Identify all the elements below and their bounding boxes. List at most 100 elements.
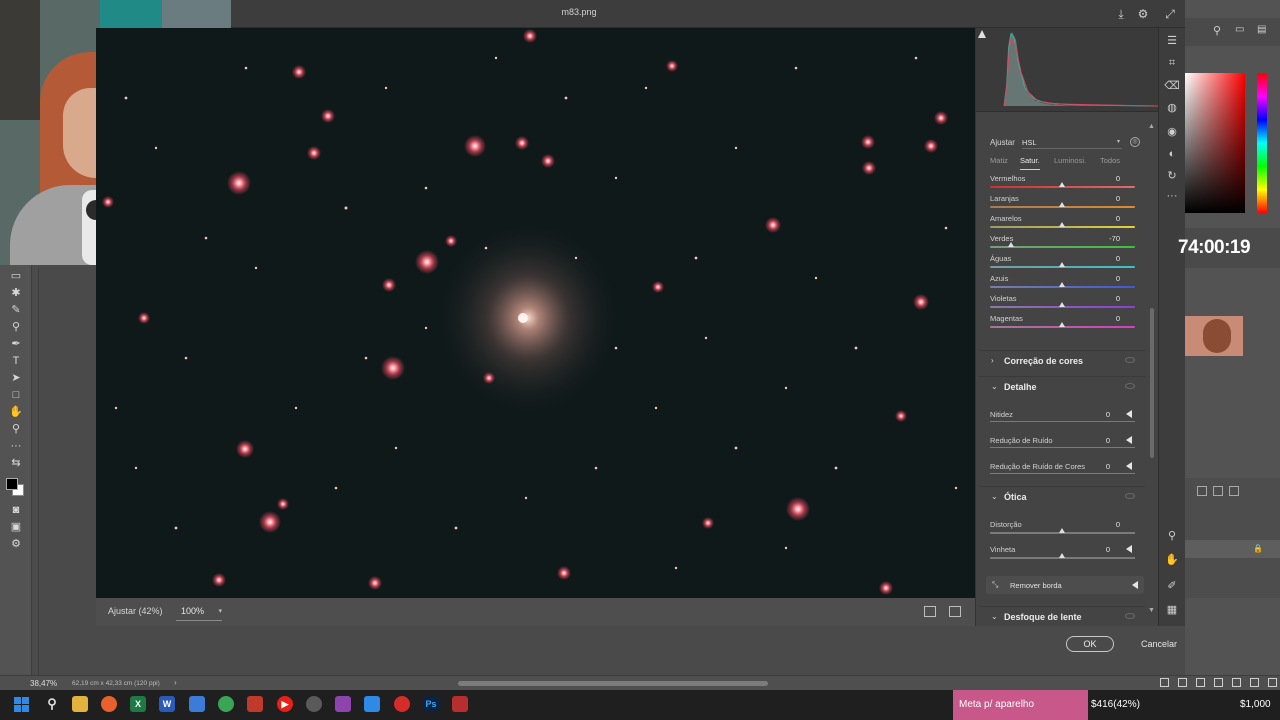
network-app-icon[interactable] xyxy=(189,696,205,712)
app-icon[interactable] xyxy=(335,696,351,712)
hand-icon[interactable]: ✋ xyxy=(1164,552,1180,568)
search-icon[interactable]: ⚲ xyxy=(44,696,60,712)
edit-toolbar-icon[interactable]: ⚙ xyxy=(7,536,25,553)
crop-icon[interactable]: ⌗ xyxy=(1164,55,1180,71)
mask-icon[interactable] xyxy=(1196,678,1205,687)
slider-nitidez[interactable]: Nitidez 0 xyxy=(990,410,1142,430)
eraser-icon[interactable]: ⌫ xyxy=(1164,78,1180,94)
slider-color-noise-reduction[interactable]: Redução de Ruído de Cores 0 xyxy=(990,462,1142,482)
tab-saturation[interactable]: Satur. xyxy=(1020,156,1040,170)
tab-all[interactable]: Todos xyxy=(1100,156,1120,165)
link-icon[interactable] xyxy=(1160,678,1169,687)
slider-thumb[interactable] xyxy=(1059,222,1065,227)
panel-scrollbar[interactable]: ▲ ▼ xyxy=(1148,123,1155,614)
slider-thumb[interactable] xyxy=(1059,553,1065,558)
trash-icon[interactable] xyxy=(1268,678,1277,687)
eye-icon[interactable] xyxy=(1125,613,1135,619)
section-lens-blur[interactable]: ⌄ Desfoque de lente xyxy=(979,606,1145,626)
hsl-slider-row[interactable]: Magentas 0 xyxy=(990,314,1142,334)
zoom-select[interactable]: 100% ▾ xyxy=(176,603,222,621)
workspace-icon[interactable]: ▤ xyxy=(1257,24,1266,35)
color-sampler-icon[interactable]: ✐ xyxy=(1164,578,1180,594)
slider-thumb[interactable] xyxy=(1059,202,1065,207)
slider-distortion[interactable]: Distorção 0 xyxy=(990,520,1142,540)
red-eye-icon[interactable]: ◉ xyxy=(1164,124,1180,140)
brush-tool-icon[interactable]: ✎ xyxy=(7,302,25,319)
presets-icon[interactable]: ◐ xyxy=(1164,146,1180,162)
app-icon[interactable] xyxy=(394,696,410,712)
slider-thumb[interactable] xyxy=(1059,262,1065,267)
hand-tool-icon[interactable]: ✋ xyxy=(7,404,25,421)
triangle-left-icon[interactable] xyxy=(1126,545,1132,553)
new-layer-icon[interactable] xyxy=(1250,678,1259,687)
search-icon[interactable]: ⚲ xyxy=(1213,24,1221,37)
status-zoom[interactable]: 38,47% xyxy=(30,679,57,688)
save-icon[interactable]: ⤓ xyxy=(1113,6,1129,22)
slider-vignette[interactable]: Vinheta 0 xyxy=(990,545,1142,565)
media-player-icon[interactable]: ▶ xyxy=(277,696,293,712)
foreground-color-swatch[interactable] xyxy=(6,478,18,490)
slider-thumb[interactable] xyxy=(1059,302,1065,307)
slider-value[interactable]: 0 xyxy=(1090,274,1120,283)
adjustment-icon[interactable] xyxy=(1214,678,1223,687)
hue-slider[interactable] xyxy=(1257,73,1267,213)
slider-thumb[interactable] xyxy=(1059,322,1065,327)
slider-track[interactable] xyxy=(990,447,1135,448)
slider-value[interactable]: -70 xyxy=(1090,234,1120,243)
slider-value[interactable]: 0 xyxy=(1090,174,1120,183)
tab-luminance[interactable]: Luminosi. xyxy=(1054,156,1086,165)
slider-value[interactable]: 0 xyxy=(1090,410,1110,419)
slider-value[interactable]: 0 xyxy=(1090,294,1120,303)
zoom-fit-label[interactable]: Ajustar (42%) xyxy=(108,606,163,616)
chevron-right-icon[interactable]: › xyxy=(174,678,177,687)
scroll-down-icon[interactable]: ▼ xyxy=(1148,607,1155,614)
before-after-view-icon[interactable] xyxy=(949,606,961,617)
marquee-tool-icon[interactable]: ▭ xyxy=(7,268,25,285)
remove-fringe-button[interactable]: ⤡ Remover borda xyxy=(986,576,1144,594)
image-preview[interactable] xyxy=(96,28,975,598)
swap-colors-icon[interactable]: ⇆ xyxy=(7,455,25,472)
section-color-correction[interactable]: › Correção de cores xyxy=(979,350,1145,372)
hsl-slider-row[interactable]: Azuis 0 xyxy=(990,274,1142,294)
slider-value[interactable]: 0 xyxy=(1090,194,1120,203)
text-tool-icon[interactable]: T xyxy=(7,353,25,370)
more-tools-icon[interactable]: ··· xyxy=(7,438,25,455)
target-adjust-icon[interactable]: ◎ xyxy=(1130,137,1140,147)
windows-start-icon[interactable] xyxy=(14,697,30,713)
triangle-left-icon[interactable] xyxy=(1126,462,1132,470)
slider-value[interactable]: 0 xyxy=(1090,545,1110,554)
adjust-select[interactable]: HSL ▾ xyxy=(1022,136,1122,149)
app-icon[interactable] xyxy=(452,696,468,712)
slider-value[interactable]: 0 xyxy=(1090,462,1110,471)
excel-icon[interactable]: X xyxy=(130,696,146,712)
slider-value[interactable]: 0 xyxy=(1090,520,1120,529)
slider-thumb[interactable] xyxy=(1059,182,1065,187)
slider-value[interactable]: 0 xyxy=(1090,254,1120,263)
single-view-icon[interactable] xyxy=(924,606,936,617)
eye-icon[interactable] xyxy=(1125,493,1135,499)
hsl-slider-row[interactable]: Amarelos 0 xyxy=(990,214,1142,234)
hsl-slider-row[interactable]: Vermelhos 0 xyxy=(990,174,1142,194)
text-layer-icon[interactable] xyxy=(1197,486,1207,496)
hsl-slider-row[interactable]: Verdes -70 xyxy=(990,234,1142,254)
eye-icon[interactable] xyxy=(1125,357,1135,363)
folder-icon[interactable] xyxy=(1232,678,1241,687)
triangle-left-icon[interactable] xyxy=(1126,436,1132,444)
slider-value[interactable]: 0 xyxy=(1090,436,1110,445)
snapshots-icon[interactable]: ↻ xyxy=(1164,168,1180,184)
edit-sliders-icon[interactable]: ☰ xyxy=(1164,33,1180,49)
grid-icon[interactable]: ▦ xyxy=(1164,602,1180,618)
rectangle-icon[interactable]: ▭ xyxy=(1235,24,1244,35)
masking-icon[interactable]: ◍ xyxy=(1164,100,1180,116)
slider-value[interactable]: 0 xyxy=(1090,214,1120,223)
hsl-slider-row[interactable]: Laranjas 0 xyxy=(990,194,1142,214)
triangle-left-icon[interactable] xyxy=(1126,410,1132,418)
zoom-tool-icon[interactable]: ⚲ xyxy=(7,421,25,438)
firefox-icon[interactable] xyxy=(101,696,117,712)
horizontal-scrollbar[interactable] xyxy=(458,681,768,686)
smart-object-icon[interactable] xyxy=(1229,486,1239,496)
stamp-tool-icon[interactable]: ⚲ xyxy=(7,319,25,336)
tab-hue[interactable]: Matiz xyxy=(990,156,1008,165)
screen-mode-icon[interactable]: ▣ xyxy=(7,519,25,536)
app-icon[interactable] xyxy=(247,696,263,712)
